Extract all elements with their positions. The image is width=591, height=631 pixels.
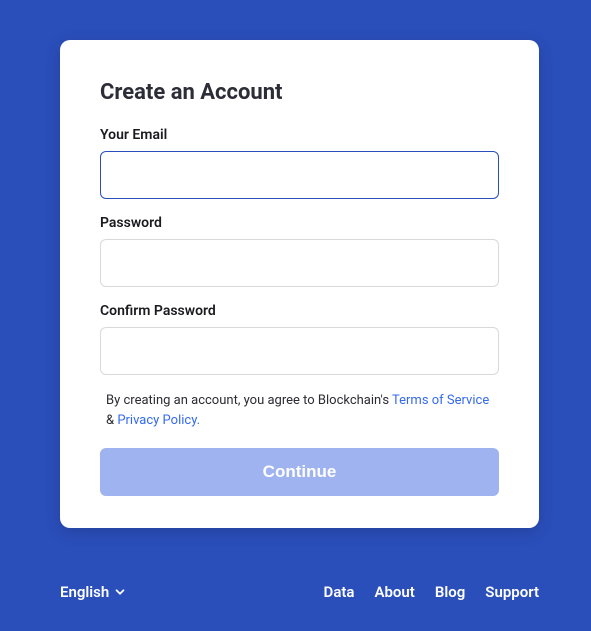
chevron-down-icon [113,585,127,599]
confirm-password-label: Confirm Password [100,303,499,319]
continue-button[interactable]: Continue [100,448,499,496]
agreement-separator: & [106,413,117,428]
footer: English Data About Blog Support [60,583,539,601]
language-selector[interactable]: English [60,583,127,601]
page-title: Create an Account [100,80,499,105]
email-input[interactable] [100,151,499,199]
signup-card: Create an Account Your Email Password Co… [60,40,539,528]
confirm-password-field-group: Confirm Password [100,303,499,375]
agreement-text: By creating an account, you agree to Blo… [106,391,499,430]
footer-link-about[interactable]: About [374,583,414,601]
footer-link-blog[interactable]: Blog [435,583,465,601]
password-field-group: Password [100,215,499,287]
footer-link-support[interactable]: Support [485,583,539,601]
password-input[interactable] [100,239,499,287]
footer-link-data[interactable]: Data [324,583,355,601]
confirm-password-input[interactable] [100,327,499,375]
footer-links: Data About Blog Support [324,583,539,601]
terms-of-service-link[interactable]: Terms of Service [392,393,489,408]
email-label: Your Email [100,127,499,143]
email-field-group: Your Email [100,127,499,199]
privacy-policy-link[interactable]: Privacy Policy. [117,413,200,428]
language-label: English [60,583,109,601]
agreement-prefix: By creating an account, you agree to Blo… [106,393,392,408]
password-label: Password [100,215,499,231]
